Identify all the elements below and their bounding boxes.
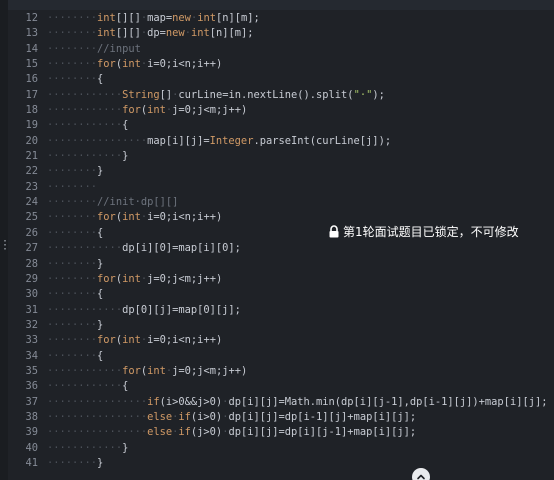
code-text: ········for(int·j=0;j<m;j++): [47, 272, 223, 285]
line-number: 39: [25, 426, 38, 439]
line-number: 12: [25, 12, 38, 24]
code-line[interactable]: 32 ········}: [0, 318, 554, 333]
line-number: 29: [25, 272, 38, 285]
code-line[interactable]: 31 ············dp[0][j]=map[0][j];: [0, 303, 554, 318]
code-line[interactable]: 30 ········{: [0, 287, 554, 302]
code-line[interactable]: 28 ········}: [0, 257, 554, 272]
code-line[interactable]: 36 ············{: [0, 379, 554, 394]
line-number: 13: [25, 27, 38, 40]
line-number: 16: [25, 73, 38, 86]
line-number: 23: [25, 180, 38, 193]
code-text: ············dp[i][0]=map[i][0];: [47, 242, 241, 255]
line-number: 14: [25, 42, 38, 55]
code-text: ········: [47, 180, 98, 193]
code-text: ········{: [47, 226, 104, 239]
code-text: ············{: [47, 119, 129, 132]
code-text: ········//init·dp[][]: [47, 196, 179, 209]
code-line[interactable]: 20 ················map[i][j]=Integer.pars…: [0, 134, 554, 149]
line-number: 32: [25, 318, 38, 331]
line-number: 17: [25, 88, 38, 101]
code-line[interactable]: 37 ················if(i>0&&j>0)·dp[i][j]=…: [0, 395, 554, 410]
code-line[interactable]: 21 ············}: [0, 149, 554, 164]
code-line[interactable]: 41 ········}: [0, 456, 554, 471]
scroll-up-button[interactable]: [412, 468, 430, 480]
line-number: 26: [25, 226, 38, 239]
code-text: ············dp[0][j]=map[0][j];: [47, 303, 241, 316]
line-number: 19: [25, 119, 38, 132]
code-line[interactable]: 17 ············String[]·curLine=in.nextLi…: [0, 88, 554, 103]
code-text: ········int[][]·dp=new·int[n][m];: [47, 27, 254, 40]
code-text: ········}: [47, 165, 104, 178]
line-number: 15: [25, 58, 38, 71]
code-text: ········{: [47, 349, 104, 362]
line-number: 31: [25, 303, 38, 316]
code-line[interactable]: 29 ········for(int·j=0;j<m;j++): [0, 272, 554, 287]
code-line[interactable]: 34 ········{: [0, 349, 554, 364]
locked-notice: 第1轮面试题目已锁定，不可修改: [328, 223, 519, 240]
code-line[interactable]: 19 ············{: [0, 118, 554, 133]
line-number: 35: [25, 364, 38, 377]
code-text: ········{: [47, 288, 104, 301]
line-number: 40: [25, 441, 38, 454]
code-line[interactable]: 18 ············for(int·j=0;j<m;j++): [0, 103, 554, 118]
code-text: ············}: [47, 441, 129, 454]
line-number: 41: [25, 456, 38, 469]
code-text: ········{: [47, 73, 104, 86]
code-line[interactable]: 24 ········//init·dp[][]: [0, 195, 554, 210]
code-line[interactable]: 35 ············for(int·j=0;j<m;j++): [0, 364, 554, 379]
lock-icon: [328, 225, 340, 238]
code-text: ············String[]·curLine=in.nextLine…: [47, 88, 385, 101]
line-number: 34: [25, 349, 38, 362]
locked-notice-text: 第1轮面试题目已锁定，不可修改: [343, 225, 519, 239]
code-line[interactable]: 38 ················else·if(i>0)·dp[i][j]=…: [0, 410, 554, 425]
line-number: 36: [25, 380, 38, 393]
code-text: ········}: [47, 456, 104, 469]
editor-top-bar: [0, 0, 554, 10]
code-line[interactable]: 15 ········for(int·i=0;i<n;i++): [0, 57, 554, 72]
line-number: 33: [25, 334, 38, 347]
line-number: 30: [25, 288, 38, 301]
code-line[interactable]: 12 ········int[][]·map=new·int[n][m];: [0, 11, 554, 26]
code-line[interactable]: 22 ········}: [0, 164, 554, 179]
chevron-up-icon: [417, 474, 425, 480]
code-lines: 12 ········int[][]·map=new·int[n][m]; 13 ··…: [0, 11, 554, 471]
code-text: ········for(int·i=0;i<n;i++): [47, 211, 223, 224]
code-line[interactable]: 14 ········//input: [0, 42, 554, 57]
code-line[interactable]: 13 ········int[][]·dp=new·int[n][m];: [0, 26, 554, 41]
code-text: ················map[i][j]=Integer.parseI…: [47, 134, 392, 147]
line-number: 22: [25, 165, 38, 178]
code-text: ········for(int·i=0;i<n;i++): [47, 58, 223, 71]
code-text: ············for(int·j=0;j<m;j++): [47, 104, 248, 117]
code-text: ············for(int·j=0;j<m;j++): [47, 364, 248, 377]
line-number: 38: [25, 410, 38, 423]
code-line[interactable]: 40 ············}: [0, 441, 554, 456]
line-number: 21: [25, 150, 38, 163]
line-number: 20: [25, 134, 38, 147]
code-editor[interactable]: · · · 12 ········int[][]·map=new·int[n][m];…: [0, 0, 554, 480]
line-number: 24: [25, 196, 38, 209]
code-line[interactable]: 33 ········for(int·i=0;i<n;i++): [0, 333, 554, 348]
line-number: 18: [25, 104, 38, 117]
code-line[interactable]: 39 ················else·if(j>0)·dp[i][j]=…: [0, 425, 554, 440]
code-text: ············}: [47, 150, 129, 163]
code-line[interactable]: 16 ········{: [0, 72, 554, 87]
code-text: ········int[][]·map=new·int[n][m];: [47, 12, 260, 24]
code-text: ············{: [47, 380, 129, 393]
code-text: ········}: [47, 257, 104, 270]
code-line[interactable]: 23 ········: [0, 180, 554, 195]
code-text: ················if(i>0&&j>0)·dp[i][j]=Ma…: [47, 395, 548, 408]
line-number: 25: [25, 211, 38, 224]
code-text: ········}: [47, 318, 104, 331]
code-text: ········//input: [47, 42, 141, 55]
code-text: ················else·if(j>0)·dp[i][j]=dp…: [47, 426, 417, 439]
line-number: 28: [25, 257, 38, 270]
code-text: ················else·if(i>0)·dp[i][j]=dp…: [47, 410, 417, 423]
code-line[interactable]: 27 ············dp[i][0]=map[i][0];: [0, 241, 554, 256]
line-number: 37: [25, 395, 38, 408]
line-number: 27: [25, 242, 38, 255]
code-text: ········for(int·i=0;i<n;i++): [47, 334, 223, 347]
